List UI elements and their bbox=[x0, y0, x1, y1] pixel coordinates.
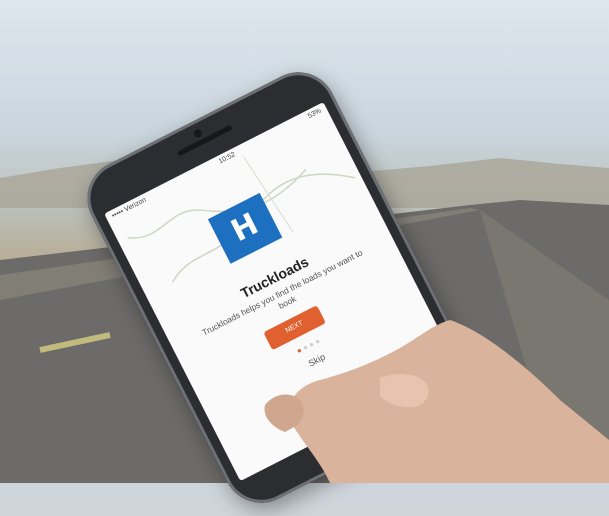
holding-hand bbox=[264, 320, 609, 483]
